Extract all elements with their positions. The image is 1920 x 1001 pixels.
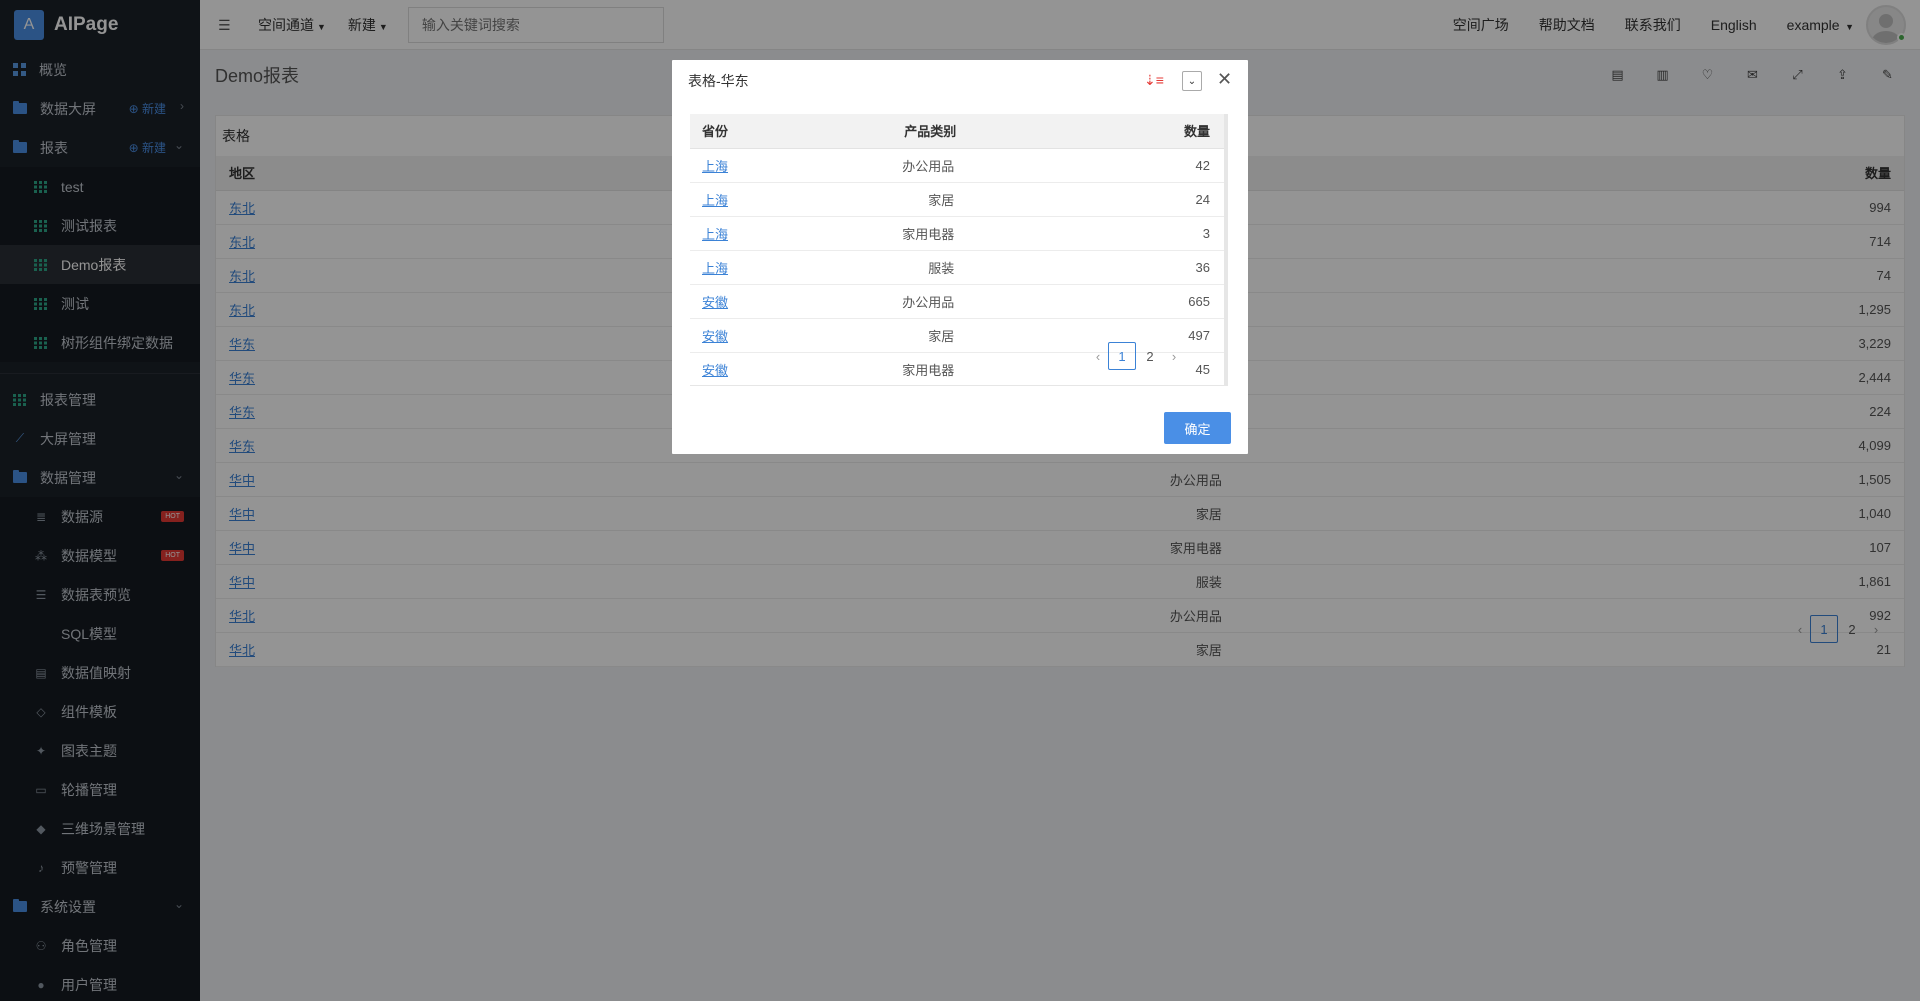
- cell-province: 上海: [690, 182, 765, 217]
- table-row: 上海 家用电器 3: [690, 216, 1228, 251]
- column-header-category[interactable]: 产品类别: [764, 114, 1145, 149]
- cell-quantity: 42: [1144, 148, 1228, 183]
- sort-icon[interactable]: ⇣≡: [1144, 73, 1164, 87]
- cell-province: 安徽: [690, 318, 765, 353]
- province-link[interactable]: 安徽: [702, 329, 728, 344]
- prev-page-icon[interactable]: ‹: [1088, 349, 1108, 364]
- cell-category: 家用电器: [764, 216, 1145, 251]
- cell-province: 安徽: [690, 352, 765, 385]
- cell-category: 办公用品: [764, 284, 1145, 319]
- page-2[interactable]: 2: [1136, 342, 1164, 370]
- cell-province: 上海: [690, 148, 765, 183]
- cell-category: 服装: [764, 250, 1145, 285]
- cell-quantity: 36: [1144, 250, 1228, 285]
- drilldown-dialog: 表格-华东 ⇣≡ ⌄ ✕ 省份 产品类别 数量 上海 办公用品 42 上海 家居…: [672, 60, 1248, 454]
- province-link[interactable]: 上海: [702, 261, 728, 276]
- cell-category: 家居: [764, 182, 1145, 217]
- table-row: 安徽 办公用品 665: [690, 284, 1228, 319]
- table-row: 上海 服装 36: [690, 250, 1228, 285]
- dialog-table-wrapper: 省份 产品类别 数量 上海 办公用品 42 上海 家居 24 上海 家用电器 3…: [690, 114, 1228, 386]
- table-row: 上海 办公用品 42: [690, 148, 1228, 183]
- province-link[interactable]: 上海: [702, 159, 728, 174]
- close-icon[interactable]: ✕: [1217, 70, 1232, 88]
- province-link[interactable]: 上海: [702, 193, 728, 208]
- province-link[interactable]: 上海: [702, 227, 728, 242]
- confirm-button[interactable]: 确定: [1164, 412, 1231, 444]
- table-row: 上海 家居 24: [690, 182, 1228, 217]
- vertical-scrollbar[interactable]: [1224, 114, 1228, 385]
- cell-quantity: 665: [1144, 284, 1228, 319]
- column-header-province[interactable]: 省份: [690, 114, 765, 149]
- cell-quantity: 3: [1144, 216, 1228, 251]
- cell-province: 安徽: [690, 284, 765, 319]
- cell-province: 上海: [690, 216, 765, 251]
- cell-province: 上海: [690, 250, 765, 285]
- dialog-title: 表格-华东: [688, 73, 749, 89]
- province-link[interactable]: 安徽: [702, 295, 728, 310]
- dialog-header: 表格-华东 ⇣≡ ⌄ ✕: [672, 60, 1248, 102]
- cell-category: 办公用品: [764, 148, 1145, 183]
- next-page-icon[interactable]: ›: [1164, 349, 1184, 364]
- province-link[interactable]: 安徽: [702, 363, 728, 378]
- page-1[interactable]: 1: [1108, 342, 1136, 370]
- column-header-quantity[interactable]: 数量: [1144, 114, 1228, 149]
- cell-quantity: 24: [1144, 182, 1228, 217]
- dialog-pagination: ‹ 1 2 ›: [1088, 342, 1184, 370]
- dropdown-select-icon[interactable]: ⌄: [1182, 71, 1202, 91]
